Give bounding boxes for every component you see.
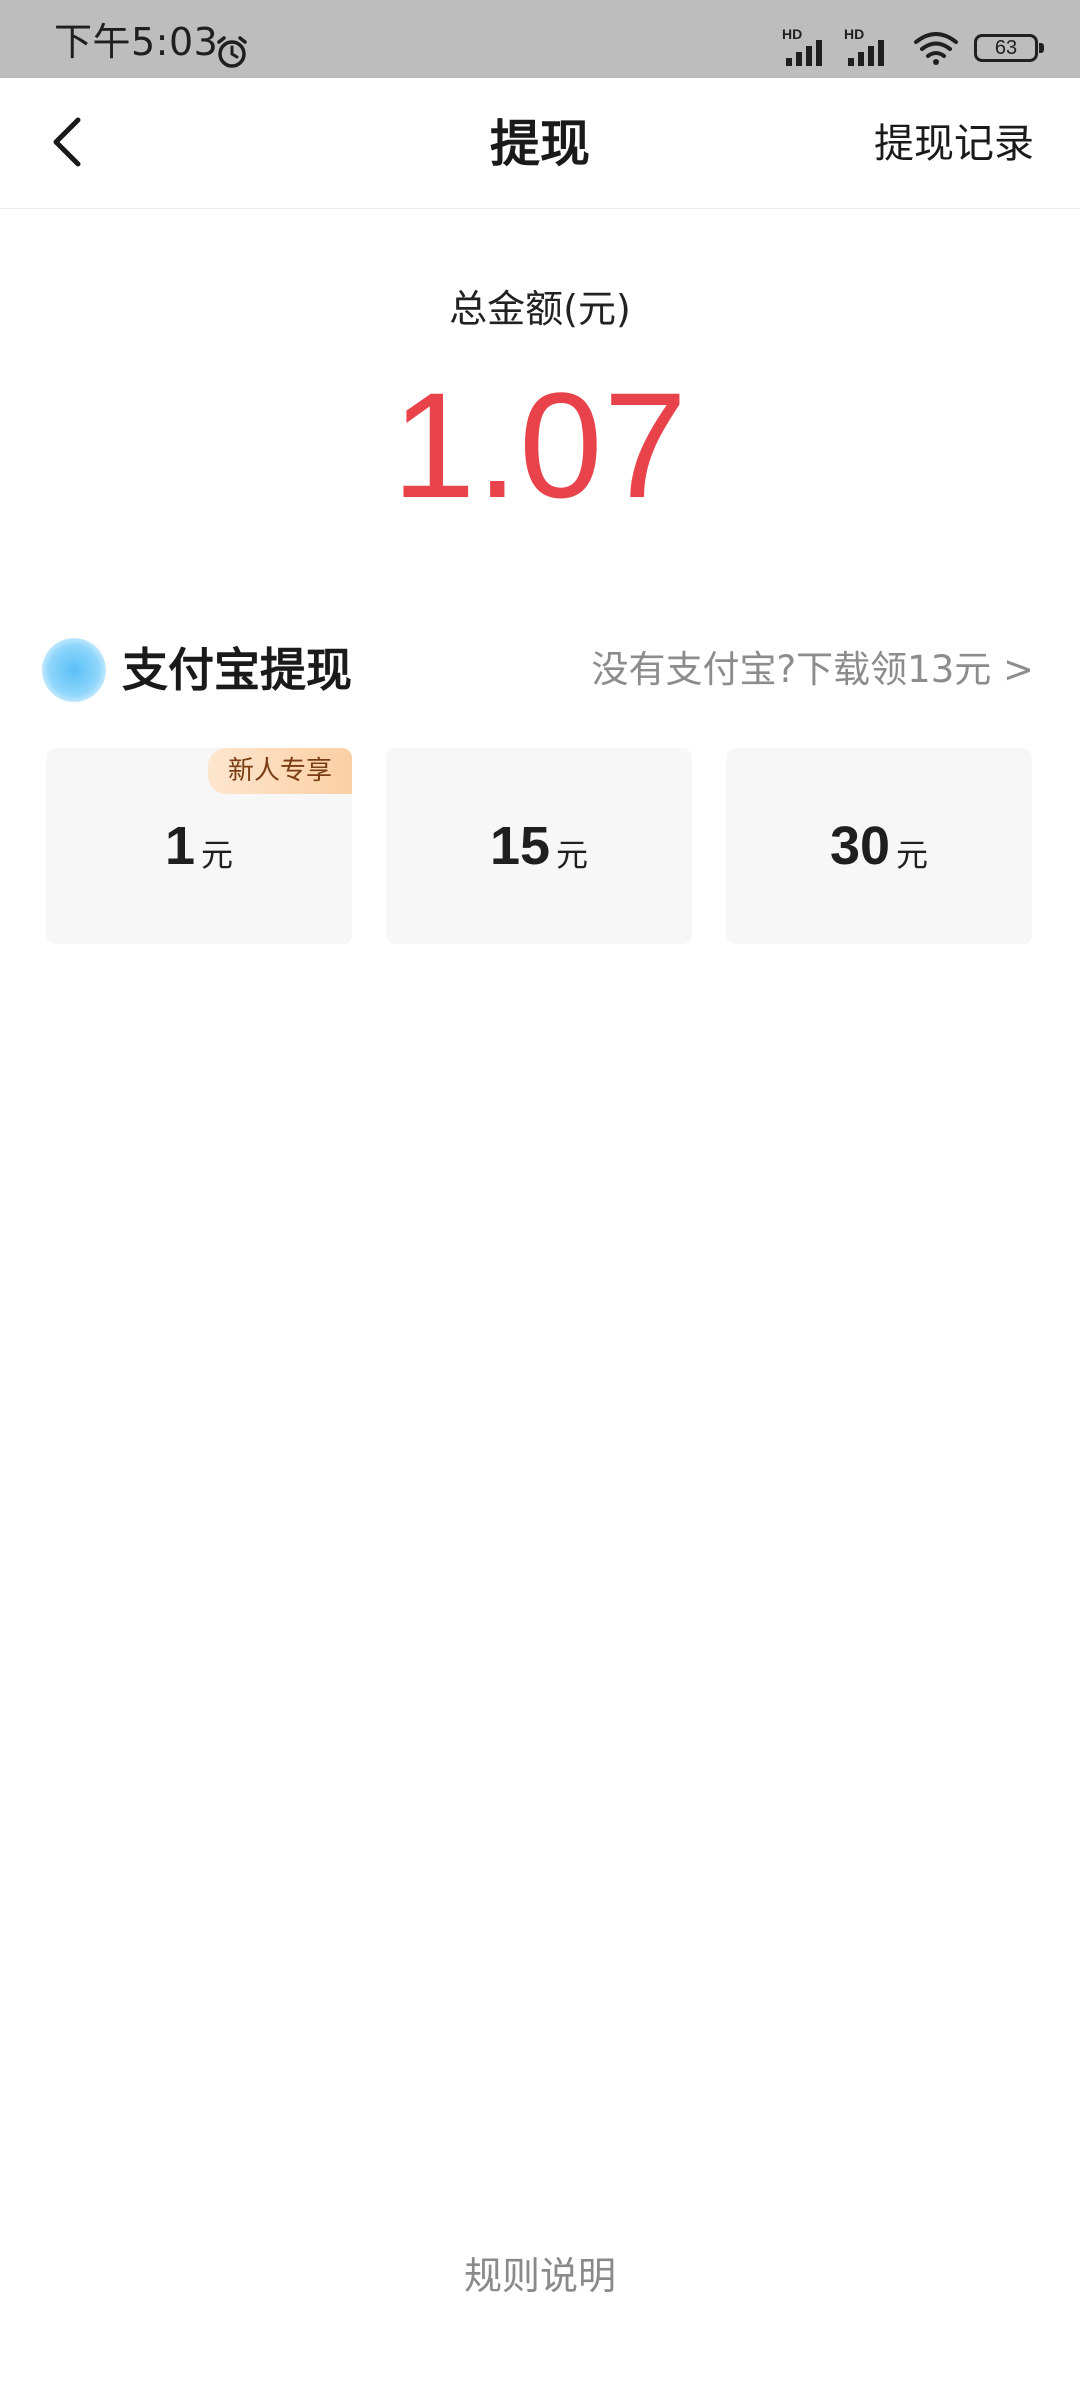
alipay-logo-icon (42, 638, 106, 702)
status-bar: 下午5:03 HD HD 63 (0, 0, 1080, 78)
signal-icon: HD (844, 26, 896, 68)
wifi-icon (914, 32, 958, 65)
amount-option-1[interactable]: 新人专享 1 元 (46, 748, 352, 944)
balance-amount: 1.07 (392, 361, 688, 529)
balance-label: 总金额(元) (449, 287, 631, 331)
status-time: 下午5:03 (54, 20, 219, 64)
alipay-section-title: 支付宝提现 (122, 643, 352, 697)
amount-value: 1 (164, 816, 196, 876)
rules-link[interactable]: 规则说明 (0, 2248, 1080, 2304)
alarm-icon (217, 36, 247, 68)
amount-option-15[interactable]: 15 元 (386, 748, 692, 944)
amount-unit: 元 (896, 836, 929, 874)
amount-value: 30 (829, 816, 891, 876)
status-icons: HD HD 63 (782, 26, 1044, 68)
nav-bar: 提现 提现记录 (0, 78, 1080, 209)
amount-value: 15 (489, 816, 551, 876)
amount-unit: 元 (201, 836, 234, 874)
download-alipay-link[interactable]: 没有支付宝?下载领13元 > (592, 640, 1034, 700)
amount-unit: 元 (556, 836, 589, 874)
amount-options: 新人专享 1 元 15 元 30 元 (46, 748, 1034, 944)
withdraw-history-link[interactable]: 提现记录 (874, 116, 1034, 172)
battery-icon: 63 (974, 34, 1044, 62)
battery-level: 63 (994, 36, 1018, 59)
signal-icon: HD (782, 26, 834, 68)
newcomer-badge: 新人专享 (207, 748, 352, 794)
amount-option-30[interactable]: 30 元 (726, 748, 1032, 944)
